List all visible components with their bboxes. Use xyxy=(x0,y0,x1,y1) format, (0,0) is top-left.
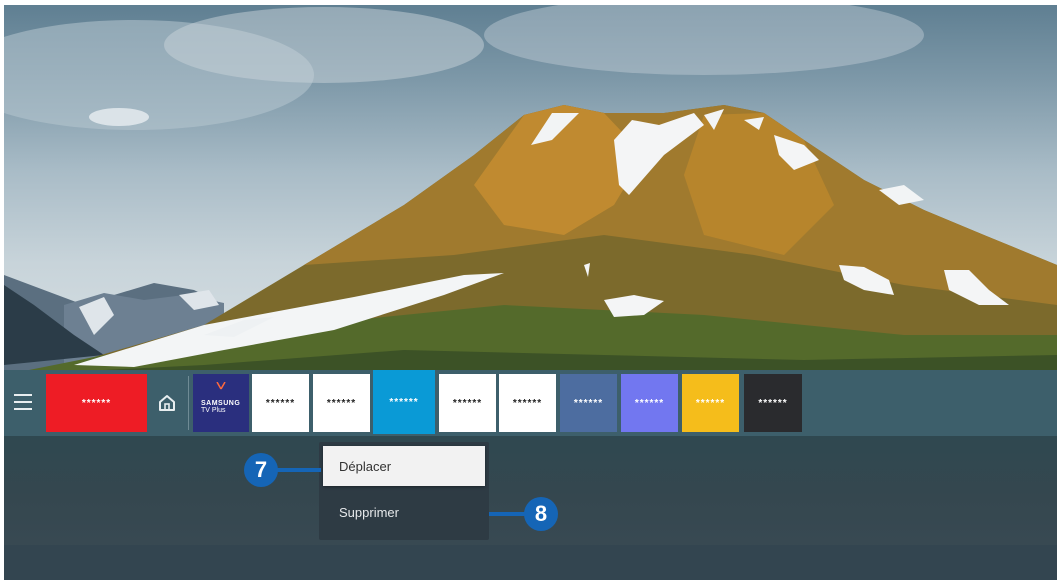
app-tile-label: ****** xyxy=(389,396,419,408)
tv-screen: ****** SAMSUNG TV Plus ****** ****** ***… xyxy=(4,5,1057,580)
callout-8-leader xyxy=(489,512,527,516)
app-tile-label: ****** xyxy=(81,397,112,409)
callout-7-leader xyxy=(276,468,321,472)
remove-menu-item[interactable]: Supprimer xyxy=(323,492,485,532)
app-tile-label: ****** xyxy=(758,397,788,409)
lower-strip xyxy=(4,545,1057,580)
app-tile-10[interactable]: ****** xyxy=(744,374,802,432)
samsung-tv-plus-tile[interactable]: SAMSUNG TV Plus xyxy=(193,374,249,432)
move-menu-item[interactable]: Déplacer xyxy=(323,446,485,486)
home-icon[interactable] xyxy=(157,393,177,413)
app-tile-1[interactable]: ****** xyxy=(46,374,147,432)
app-tile-label: ****** xyxy=(326,397,357,409)
app-tile-7[interactable]: ****** xyxy=(560,374,617,432)
app-bar-separator xyxy=(188,376,189,430)
app-tile-label: ****** xyxy=(265,397,296,409)
app-tile-2[interactable]: ****** xyxy=(252,374,309,432)
remove-menu-label: Supprimer xyxy=(339,504,399,520)
callout-7: 7 xyxy=(244,453,278,487)
app-tile-label: ****** xyxy=(452,397,483,409)
app-tile-3[interactable]: ****** xyxy=(313,374,370,432)
context-menu: Déplacer Supprimer xyxy=(319,442,489,540)
app-tile-8[interactable]: ****** xyxy=(621,374,678,432)
app-tile-5[interactable]: ****** xyxy=(439,374,496,432)
callout-8: 8 xyxy=(524,497,558,531)
app-tile-label: ****** xyxy=(695,397,726,409)
move-menu-label: Déplacer xyxy=(339,458,392,474)
callout-7-number: 7 xyxy=(254,457,268,482)
samsung-brand-text: SAMSUNG xyxy=(201,400,241,407)
app-tile-9[interactable]: ****** xyxy=(682,374,739,432)
callout-8-number: 8 xyxy=(534,501,548,526)
tv-plus-text: TV Plus xyxy=(201,407,226,414)
hamburger-menu-icon[interactable] xyxy=(14,394,32,410)
background-landscape xyxy=(4,5,1057,375)
antenna-icon xyxy=(216,382,226,390)
app-tile-6[interactable]: ****** xyxy=(499,374,556,432)
app-tile-4-focused[interactable]: ****** xyxy=(373,370,435,434)
app-bar: ****** SAMSUNG TV Plus ****** ****** ***… xyxy=(4,370,1057,436)
app-tile-label: ****** xyxy=(634,397,665,409)
app-tile-label: ****** xyxy=(512,397,543,409)
app-tile-label: ****** xyxy=(573,397,604,409)
